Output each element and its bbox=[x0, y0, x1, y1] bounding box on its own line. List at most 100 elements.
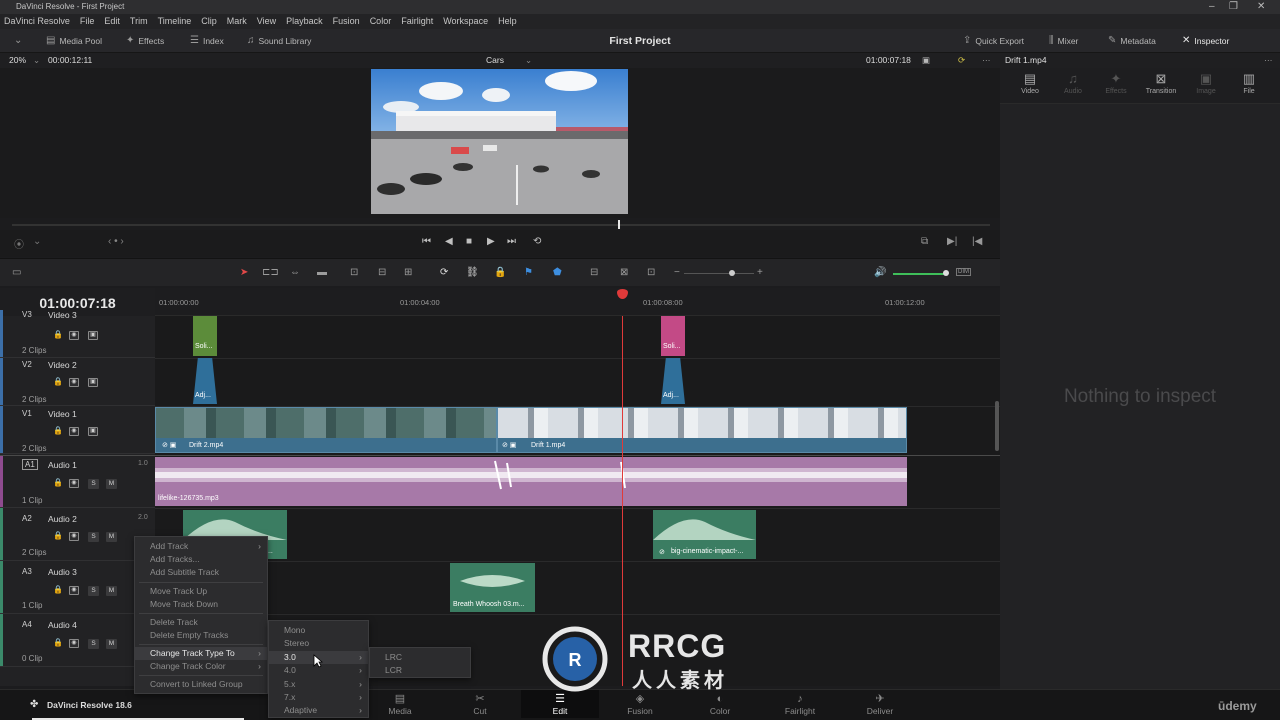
marker-icon[interactable]: ⬟ bbox=[553, 267, 562, 278]
zoom-full-icon[interactable]: ⊟ bbox=[590, 267, 598, 278]
menu-trim[interactable]: Trim bbox=[130, 14, 148, 29]
mute-button[interactable]: M bbox=[106, 639, 117, 649]
submenu-item-mono[interactable]: Mono bbox=[269, 624, 368, 637]
zoom-detail-icon[interactable]: ⊠ bbox=[620, 267, 628, 278]
volume-slider-handle[interactable] bbox=[943, 270, 949, 276]
tab-transition[interactable]: ⊠ Transition bbox=[1141, 68, 1181, 95]
scrub-playhead[interactable] bbox=[618, 220, 620, 229]
auto-select-icon[interactable]: ◉ bbox=[69, 427, 79, 436]
lock-icon[interactable]: 🔒 bbox=[53, 478, 63, 487]
auto-select-icon[interactable]: ◉ bbox=[69, 378, 79, 387]
submenu-item-7-x[interactable]: 7.x › bbox=[269, 691, 368, 704]
trim-tool-icon[interactable]: ⊏⊐ bbox=[262, 267, 279, 278]
zoom-level[interactable]: 20% bbox=[9, 53, 26, 68]
auto-select-icon[interactable]: ◉ bbox=[69, 331, 79, 340]
submenu-item-5-x[interactable]: 5.x › bbox=[269, 678, 368, 691]
lock-icon[interactable]: 🔒 bbox=[53, 531, 63, 540]
tab-video[interactable]: ▤ Video bbox=[1010, 68, 1050, 95]
menu-playback[interactable]: Playback bbox=[286, 14, 323, 29]
loop-icon[interactable]: ⟳ bbox=[958, 53, 965, 68]
menu-item-convert-linked-group[interactable]: Convert to Linked Group bbox=[135, 678, 267, 691]
skip-to-end-icon[interactable]: ⏭ bbox=[507, 236, 516, 247]
menu-timeline[interactable]: Timeline bbox=[158, 14, 192, 29]
clip-nav-icon[interactable]: ‹ • › bbox=[108, 236, 124, 247]
menu-item-delete-empty-tracks[interactable]: Delete Empty Tracks bbox=[135, 629, 267, 642]
tab-file[interactable]: ▥ File bbox=[1229, 68, 1269, 95]
page-fusion[interactable]: ◈ Fusion bbox=[610, 692, 670, 716]
tab-effects[interactable]: ✦ Effects bbox=[1096, 68, 1136, 95]
page-edit[interactable]: ☰ Edit bbox=[521, 690, 599, 718]
menu-item-add-track[interactable]: Add Track › bbox=[135, 540, 267, 553]
solo-button[interactable]: S bbox=[88, 586, 99, 596]
viewer-display-icon[interactable]: ▣ bbox=[922, 53, 930, 68]
menu-help[interactable]: Help bbox=[498, 14, 517, 29]
menu-workspace[interactable]: Workspace bbox=[443, 14, 488, 29]
solo-button[interactable]: S bbox=[88, 639, 99, 649]
linked-selection-icon[interactable]: ⛓ bbox=[466, 267, 479, 278]
volume-icon[interactable]: 🔊 bbox=[874, 267, 886, 278]
page-cut[interactable]: ✂ Cut bbox=[450, 692, 510, 716]
submenu-item-stereo[interactable]: Stereo bbox=[269, 637, 368, 650]
video-clip-drift2[interactable]: ⊘ ▣ Drift 2.mp4 bbox=[155, 407, 497, 453]
track-visibility-icon[interactable]: ▣ bbox=[88, 427, 98, 436]
maximize-icon[interactable]: ❐ bbox=[1229, 0, 1238, 14]
track-header-v2[interactable]: V2 Video 2 🔒 ◉ ▣ 2 Clips bbox=[0, 358, 155, 406]
viewer-scrub-bar[interactable] bbox=[12, 224, 990, 226]
timeline-view-options-icon[interactable]: ▭ bbox=[12, 267, 21, 278]
skip-to-start-icon[interactable]: ⏮ bbox=[422, 236, 431, 247]
submenu-item-lrc[interactable]: LRC bbox=[370, 651, 470, 664]
audio-clip-breath-whoosh[interactable]: Breath Whoosh 03.m... bbox=[450, 563, 535, 612]
page-fairlight[interactable]: ♪ Fairlight bbox=[770, 692, 830, 716]
track-header-a4[interactable]: A4 Audio 4 🔒 ◉ S M 0 Clip bbox=[0, 614, 155, 667]
reverse-play-icon[interactable]: ◀ bbox=[445, 236, 453, 247]
menu-item-change-track-color[interactable]: Change Track Color › bbox=[135, 660, 267, 673]
mute-button[interactable]: M bbox=[106, 586, 117, 596]
submenu-item-adaptive[interactable]: Adaptive › bbox=[269, 704, 368, 717]
dim-button[interactable]: DIM bbox=[956, 268, 971, 276]
track-visibility-icon[interactable]: ▣ bbox=[88, 331, 98, 340]
match-frame-icon[interactable]: ⧉ bbox=[921, 236, 928, 247]
menu-item-change-track-type[interactable]: Change Track Type To › bbox=[135, 647, 267, 660]
lock-icon[interactable]: 🔒 bbox=[53, 426, 63, 435]
adjustment-clip[interactable]: Adj... bbox=[661, 358, 685, 404]
menu-davinci[interactable]: DaVinci Resolve bbox=[4, 14, 70, 29]
audio-clip-big-cinematic[interactable]: ⊘ big-cinematic-impact-... bbox=[653, 510, 756, 559]
page-media[interactable]: ▤ Media bbox=[370, 692, 430, 716]
selection-tool-icon[interactable]: ➤ bbox=[240, 267, 248, 278]
track-header-a1[interactable]: A1 Audio 1 1.0 🔒 ◉ S M 1 Clip bbox=[0, 455, 155, 508]
zoom-slider-handle[interactable] bbox=[729, 270, 735, 276]
position-lock-icon[interactable]: 🔒 bbox=[494, 267, 506, 278]
chevron-down-icon[interactable]: ⌄ bbox=[525, 53, 532, 68]
menu-file[interactable]: File bbox=[80, 14, 95, 29]
dynamic-trim-icon[interactable]: ⇔ bbox=[290, 267, 300, 278]
speed-icon[interactable]: ⦿ bbox=[14, 236, 24, 251]
lock-icon[interactable]: 🔒 bbox=[53, 377, 63, 386]
stop-icon[interactable]: ■ bbox=[466, 236, 472, 247]
media-pool-button[interactable]: ▤ Media Pool bbox=[46, 29, 102, 53]
snapping-icon[interactable]: ⟳ bbox=[440, 267, 448, 278]
track-visibility-icon[interactable]: ▣ bbox=[88, 378, 98, 387]
auto-select-icon[interactable]: ◉ bbox=[69, 639, 79, 648]
tab-audio[interactable]: ♫ Audio bbox=[1053, 68, 1093, 95]
timeline-name[interactable]: Cars bbox=[486, 53, 504, 68]
auto-select-icon[interactable]: ◉ bbox=[69, 586, 79, 595]
audio-clip-lifelike[interactable]: lifelike-126735.mp3 bbox=[155, 457, 907, 506]
submenu-item-lcr[interactable]: LCR bbox=[370, 664, 470, 677]
loop-icon[interactable]: ⟲ bbox=[533, 236, 541, 247]
sound-library-button[interactable]: ♫ Sound Library bbox=[247, 29, 311, 53]
menu-item-delete-track[interactable]: Delete Track bbox=[135, 616, 267, 629]
timeline-scrollbar[interactable] bbox=[995, 401, 999, 451]
page-color[interactable]: ◐ Color bbox=[690, 692, 750, 716]
inspector-button[interactable]: ✕ Inspector bbox=[1182, 29, 1229, 53]
chevron-down-icon[interactable]: ⌄ bbox=[33, 236, 41, 247]
zoom-custom-icon[interactable]: ⊡ bbox=[647, 267, 655, 278]
index-button[interactable]: ☰ Index bbox=[190, 29, 224, 53]
lock-icon[interactable]: 🔒 bbox=[53, 585, 63, 594]
menu-mark[interactable]: Mark bbox=[227, 14, 247, 29]
toolbar-toggle-button[interactable]: ⌄ bbox=[14, 29, 22, 53]
effects-button[interactable]: ✦ Effects bbox=[126, 29, 164, 53]
menu-fusion[interactable]: Fusion bbox=[333, 14, 360, 29]
zoom-out-icon[interactable]: − bbox=[674, 267, 680, 278]
menu-color[interactable]: Color bbox=[370, 14, 392, 29]
solid-color-clip[interactable]: Soli... bbox=[661, 316, 685, 356]
